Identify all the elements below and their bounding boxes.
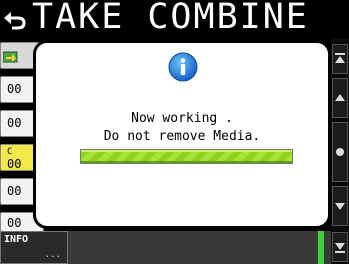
scroll-controls bbox=[331, 38, 349, 264]
scroll-up-button[interactable] bbox=[332, 78, 348, 118]
chevron-up-icon bbox=[335, 94, 345, 101]
scroll-bottom-button[interactable] bbox=[332, 232, 348, 262]
scroll-top-icon bbox=[335, 53, 345, 63]
return-arrow-icon bbox=[4, 12, 26, 30]
screen-title: TAKE COMBINE bbox=[32, 0, 309, 37]
info-bar: INFO ... bbox=[0, 231, 331, 264]
list-item-label: 00 bbox=[7, 157, 22, 171]
list-item-label: 00 bbox=[7, 216, 22, 230]
take-combine-screen: TAKE COMBINE 00 00 C 00 00 00 INFO ... N… bbox=[0, 0, 349, 264]
progress-fill bbox=[81, 150, 292, 163]
scroll-thumb[interactable] bbox=[332, 122, 348, 182]
list-item-label: 00 bbox=[7, 116, 22, 130]
status-message: Now working . bbox=[131, 111, 233, 126]
scroll-thumb-icon bbox=[336, 148, 344, 156]
info-icon bbox=[168, 52, 198, 82]
scroll-bottom-icon bbox=[335, 243, 345, 253]
scroll-down-button[interactable] bbox=[332, 186, 348, 226]
progress-bar bbox=[80, 149, 293, 164]
back-button[interactable] bbox=[2, 6, 28, 32]
info-more-indicator: ... bbox=[44, 250, 61, 260]
working-dialog: Now working . Do not remove Media. bbox=[33, 40, 331, 229]
folder-arrow-icon bbox=[3, 51, 18, 63]
scroll-top-button[interactable] bbox=[332, 44, 348, 74]
list-item-label: 00 bbox=[7, 82, 22, 96]
info-button[interactable]: INFO ... bbox=[0, 231, 68, 264]
info-label: INFO bbox=[4, 234, 29, 245]
level-meter bbox=[318, 231, 324, 264]
chevron-down-icon bbox=[335, 203, 345, 210]
title-bar: TAKE COMBINE bbox=[0, 0, 349, 38]
warning-message: Do not remove Media. bbox=[103, 129, 261, 144]
list-item-label: 00 bbox=[7, 184, 22, 198]
